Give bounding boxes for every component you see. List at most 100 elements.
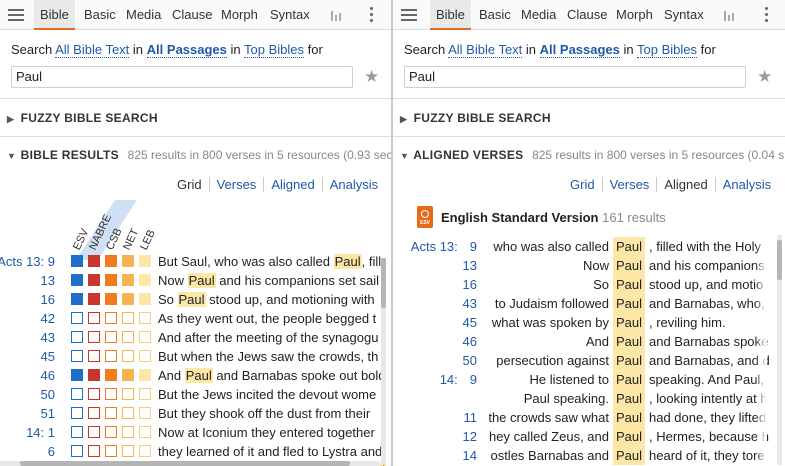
verse-reference[interactable]: 12 <box>463 429 477 444</box>
grid-cell[interactable] <box>88 274 100 286</box>
tab-morph[interactable]: Morph <box>610 0 659 30</box>
aligned-keyword[interactable]: Paul <box>613 313 645 332</box>
grid-cell[interactable] <box>122 369 134 381</box>
verse-reference[interactable]: 46 <box>41 368 55 383</box>
grid-cell[interactable] <box>71 331 83 343</box>
table-row[interactable]: 43 And after the meeting of the synagogu <box>0 328 380 347</box>
vertical-scrollbar[interactable] <box>777 235 782 465</box>
more-options-icon[interactable] <box>370 7 374 23</box>
tab-clause[interactable]: Clause <box>166 0 218 30</box>
table-row[interactable]: 13 Now Paul and his companions set sail <box>0 271 380 290</box>
grid-cell[interactable] <box>105 293 117 305</box>
view-tab-aligned[interactable]: Aligned <box>656 177 715 192</box>
fuzzy-search-section[interactable]: ▶ FUZZY BIBLE SEARCH <box>400 111 551 125</box>
verse-reference[interactable]: 16 <box>41 292 55 307</box>
grid-cell[interactable] <box>122 407 134 419</box>
bar-chart-icon[interactable] <box>331 9 343 21</box>
view-tab-grid[interactable]: Grid <box>563 177 602 192</box>
grid-cell[interactable] <box>122 293 134 305</box>
table-row[interactable]: 16 So Paul stood up, and motioning with <box>0 290 380 309</box>
tab-basic[interactable]: Basic <box>473 0 517 30</box>
tab-syntax[interactable]: Syntax <box>658 0 710 30</box>
bar-chart-icon[interactable] <box>724 9 736 21</box>
verse-reference[interactable]: 51 <box>41 406 55 421</box>
aligned-keyword[interactable]: Paul <box>613 351 645 370</box>
star-icon[interactable]: ★ <box>364 66 379 88</box>
verse-text[interactable]: But they shook off the dust from their <box>158 406 370 421</box>
grid-cell[interactable] <box>105 350 117 362</box>
verse-reference[interactable]: 13 <box>463 258 477 273</box>
tab-media[interactable]: Media <box>120 0 167 30</box>
verse-reference[interactable]: 43 <box>41 330 55 345</box>
aligned-row[interactable]: 14 ostles Barnabas and Paul heard of it, th… <box>393 446 785 465</box>
grid-cell[interactable] <box>139 312 151 324</box>
table-row[interactable]: 46 And Paul and Barnabas spoke out bold <box>0 366 386 385</box>
text-scope-link[interactable]: All Bible Text <box>55 42 130 58</box>
aligned-row[interactable]: 50 persecution against Paul and Barnabas, a… <box>393 351 785 370</box>
verse-reference[interactable]: Acts 13: 9 <box>0 254 55 269</box>
tab-syntax[interactable]: Syntax <box>264 0 316 30</box>
search-input[interactable]: Paul <box>404 66 746 88</box>
horizontal-scrollbar[interactable] <box>0 461 380 466</box>
grid-cell[interactable] <box>122 388 134 400</box>
grid-cell[interactable] <box>88 369 100 381</box>
table-row[interactable]: 42 As they went out, the people begged t <box>0 309 380 328</box>
verse-text[interactable]: Now at Iconium they entered together <box>158 425 375 440</box>
table-row[interactable]: 14: 1 Now at Iconium they entered togethe… <box>0 423 380 442</box>
table-row[interactable]: 50 But the Jews incited the devout wome <box>0 385 380 404</box>
aligned-keyword[interactable]: Paul <box>613 294 645 313</box>
aligned-keyword[interactable]: Paul <box>613 389 645 408</box>
grid-cell[interactable] <box>122 274 134 286</box>
grid-cell[interactable] <box>71 293 83 305</box>
aligned-keyword[interactable]: Paul <box>613 332 645 351</box>
grid-cell[interactable] <box>88 426 100 438</box>
grid-cell[interactable] <box>139 407 151 419</box>
grid-cell[interactable] <box>122 312 134 324</box>
grid-cell[interactable] <box>122 331 134 343</box>
menu-icon[interactable] <box>401 7 417 23</box>
aligned-row[interactable]: 43 to Judaism followed Paul and Barnabas, w… <box>393 294 785 313</box>
aligned-row[interactable]: 45 what was spoken by Paul , reviling him. <box>393 313 785 332</box>
grid-cell[interactable] <box>105 274 117 286</box>
passages-link[interactable]: All Passages <box>146 42 227 58</box>
grid-cell[interactable] <box>88 293 100 305</box>
aligned-verses-section[interactable]: ▼ ALIGNED VERSES 825 results in 800 vers… <box>400 148 784 162</box>
grid-cell[interactable] <box>71 369 83 381</box>
table-row[interactable]: 6 they learned of it and fled to Lystra a… <box>0 442 383 461</box>
aligned-keyword[interactable]: Paul <box>613 370 645 389</box>
grid-cell[interactable] <box>105 445 117 457</box>
grid-cell[interactable] <box>71 445 83 457</box>
verse-text[interactable]: And after the meeting of the synagogu <box>158 330 378 345</box>
grid-cell[interactable] <box>139 331 151 343</box>
resources-link[interactable]: Top Bibles <box>244 42 305 58</box>
grid-cell[interactable] <box>71 388 83 400</box>
aligned-keyword[interactable]: Paul <box>613 427 645 446</box>
verse-reference[interactable]: 6 <box>48 444 55 459</box>
aligned-keyword[interactable]: Paul <box>613 408 645 427</box>
verse-reference[interactable]: 13 <box>41 273 55 288</box>
resource-title[interactable]: English Standard Version <box>441 210 598 225</box>
bible-results-section[interactable]: ▼ BIBLE RESULTS 825 results in 800 verse… <box>7 148 391 162</box>
grid-cell[interactable] <box>71 274 83 286</box>
verse-reference[interactable]: 45 <box>463 315 477 330</box>
verse-text[interactable]: But the Jews incited the devout wome <box>158 387 376 402</box>
grid-cell[interactable] <box>105 312 117 324</box>
aligned-keyword[interactable]: Paul <box>613 446 645 465</box>
grid-cell[interactable] <box>71 407 83 419</box>
grid-cell[interactable] <box>122 445 134 457</box>
aligned-row[interactable]: 12 they called Zeus, and Paul , Hermes, bec… <box>393 427 785 446</box>
verse-reference[interactable]: 11 <box>464 410 478 425</box>
table-row[interactable]: 51 But they shook off the dust from their <box>0 404 380 423</box>
verse-text[interactable]: And Paul and Barnabas spoke out bold <box>158 368 386 383</box>
verse-reference[interactable]: Acts 13: 9 <box>411 239 477 254</box>
grid-cell[interactable] <box>88 350 100 362</box>
grid-cell[interactable] <box>71 426 83 438</box>
vertical-scrollbar[interactable] <box>381 258 386 463</box>
tab-media[interactable]: Media <box>515 0 562 30</box>
verse-reference[interactable]: 43 <box>463 296 477 311</box>
aligned-keyword[interactable]: Paul <box>613 237 645 256</box>
aligned-keyword[interactable]: Paul <box>613 275 645 294</box>
aligned-keyword[interactable]: Paul <box>613 256 645 275</box>
verse-text[interactable]: As they went out, the people begged t <box>158 311 376 326</box>
grid-cell[interactable] <box>139 369 151 381</box>
